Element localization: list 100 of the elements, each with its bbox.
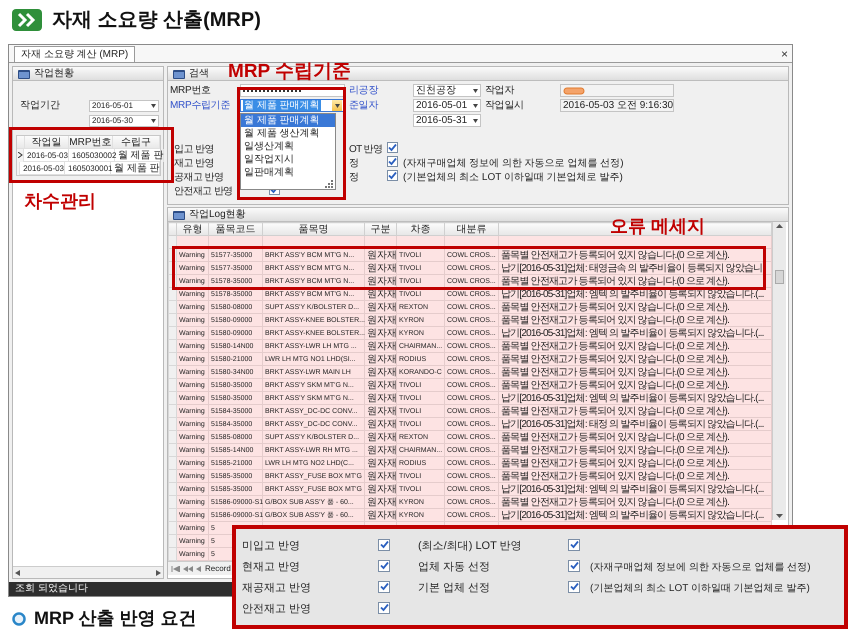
table-cell: 납기[2016-05-31]업체: 엠텍 의 발주비율이 등록되지 않았습니다.(... — [498, 326, 772, 340]
record-label: Record — [205, 562, 231, 574]
table-cell: 품목별 안전재고가 등록되어 있지 않습니다.(0 으로 계산). — [498, 430, 772, 444]
text-field[interactable]: 2016-05-03 오전 9:16:30 — [560, 99, 674, 112]
field-label: 준일자 — [349, 99, 378, 113]
field-label: 작업일시 — [485, 99, 524, 113]
window-tab[interactable]: 자재 소요량 계산 (MRP) — [14, 46, 136, 62]
field-label: 작업기간 — [19, 99, 61, 113]
checkbox[interactable] — [568, 538, 580, 551]
field-label: MRP번호 — [170, 84, 211, 98]
table-cell: 납기[2016-05-31]업체: 엠텍 의 발주비율이 등록되지 않았습니다.(... — [498, 508, 772, 522]
table-cell: 월 제품 판 — [114, 148, 164, 162]
caret-icon — [151, 118, 156, 122]
table-cell: 품목별 안전재고가 등록되어 있지 않습니다.(0 으로 계산). — [498, 378, 772, 392]
table-cell: 2016-05-03 — [20, 162, 65, 174]
dropdown-field[interactable]: 진천공장 — [413, 84, 481, 97]
option-label: 업체 자동 선정 — [418, 560, 492, 576]
option-label: 공재고 반영 — [174, 170, 224, 184]
folder-icon — [173, 68, 185, 78]
column-header: 품목코드 — [208, 222, 262, 236]
redaction-mark — [563, 86, 585, 94]
option-note: (자재구매업체 정보에 의한 자동으로 업체를 선정) — [402, 156, 625, 170]
date-field[interactable]: 2016-05-01 — [89, 100, 159, 112]
previous-page-icon — [183, 566, 193, 572]
panel-title: 작업Log현황 — [189, 208, 246, 220]
option-label: 현재고 반영 — [242, 560, 302, 576]
panel-title: 작업현황 — [34, 68, 74, 80]
page-title: 자재 소요량 산출(MRP) — [52, 8, 261, 33]
bullet-icon — [12, 612, 26, 626]
column-header: 구분 — [364, 222, 396, 236]
field-label: 작업자 — [485, 84, 514, 98]
field-label: 리공장 — [349, 84, 378, 98]
annotation-label: 차수관리 — [24, 192, 96, 210]
checkbox[interactable] — [378, 602, 390, 614]
scroll-right-icon — [156, 570, 161, 576]
table-cell: 품목별 안전재고가 등록되어 있지 않습니다.(0 으로 계산). — [498, 496, 772, 508]
caret-icon — [473, 88, 478, 92]
table-cell: 납기[2016-05-31]업체: 엠텍 의 발주비율이 등록되지 않았습니다.(... — [498, 392, 772, 404]
option-label: 입고 반영 — [174, 142, 214, 156]
table-cell: 납기[2016-05-31]업체: 태영금속 의 발주비율이 등록되지 않았습니 — [498, 262, 772, 274]
table-cell: 납기[2016-05-31]업체: 엠텍 의 발주비율이 등록되지 않았습니다.(... — [498, 482, 772, 496]
checkbox[interactable] — [568, 580, 580, 593]
dropdown-option[interactable]: 일판매계획 — [241, 166, 335, 179]
date-field[interactable]: 2016-05-30 — [89, 114, 159, 126]
option-label: 재공재고 반영 — [242, 581, 312, 596]
checkbox[interactable] — [387, 142, 398, 152]
table-cell: 월 제품 판 — [111, 162, 160, 174]
close-button[interactable]: × — [780, 46, 788, 60]
checkbox[interactable] — [387, 170, 398, 180]
column-header: 품목명 — [262, 222, 364, 236]
panel-title: 검색 — [189, 68, 209, 80]
option-note: (기본업체의 최소 LOT 이하일때 기본업체로 발주) — [402, 170, 624, 184]
first-page-icon — [171, 566, 180, 572]
scroll-thumb[interactable] — [775, 270, 784, 284]
table-cell: 납기[2016-05-31]업체: 태정 의 발주비율이 등록되지 않았습니다.(... — [498, 418, 772, 430]
dropdown-field[interactable]: 2016-05-01 — [413, 99, 481, 112]
table-cell: 품목별 안전재고가 등록되어 있지 않습니다.(0 으로 계산). — [498, 248, 772, 262]
option-label: 재고 반영 — [174, 156, 214, 170]
caret-icon — [473, 104, 478, 108]
column-header: MRP번호 — [68, 136, 113, 148]
option-label: 안전재고 반영 — [242, 602, 312, 618]
table-cell: 품목별 안전재고가 등록되어 있지 않습니다.(0 으로 계산). — [498, 274, 772, 288]
caret-icon — [151, 104, 156, 108]
table-cell: 품목별 안전재고가 등록되어 있지 않습니다.(0 으로 계산). — [498, 314, 772, 326]
folder-icon — [18, 68, 30, 78]
dropdown-option[interactable]: 일생산계획 — [241, 140, 335, 153]
resize-grip-icon — [325, 180, 333, 188]
option-label: 기본 업체 선정 — [418, 581, 492, 596]
option-label: (최소/최대) LOT 반영 — [418, 539, 523, 554]
table-cell: 품목별 안전재고가 등록되어 있지 않습니다.(0 으로 계산). — [498, 366, 772, 378]
table-cell: 품목별 안전재고가 등록되어 있지 않습니다.(0 으로 계산). — [498, 456, 772, 470]
table-cell: 1605030002 — [68, 148, 115, 162]
scroll-left-icon — [15, 570, 20, 576]
column-header: 차종 — [396, 222, 444, 236]
option-label: 정 — [349, 170, 358, 184]
row-selector[interactable] — [17, 148, 24, 162]
checkbox[interactable] — [378, 538, 390, 551]
text-field[interactable] — [560, 84, 674, 97]
table-cell: 품목별 안전재고가 등록되어 있지 않습니다.(0 으로 계산). — [498, 444, 772, 456]
column-header: 작업일 — [24, 136, 69, 148]
table-cell: 2016-05-03 — [24, 148, 69, 162]
annotation-label: MRP 수립기준 — [228, 62, 352, 81]
dropdown-option[interactable]: 월 제품 판매계획 — [241, 114, 335, 127]
back-icon — [196, 566, 201, 572]
checkbox[interactable] — [378, 580, 390, 593]
masked-value-icon — [243, 88, 303, 92]
table-cell: 품목별 안전재고가 등록되어 있지 않습니다.(0 으로 계산). — [498, 300, 772, 314]
table-cell: 1605030001 — [65, 162, 111, 174]
option-note: (자재구매업체 정보에 의한 자동으로 업체를 선정) — [590, 561, 812, 575]
dropdown-field[interactable]: 2016-05-31 — [413, 114, 481, 127]
table-cell: 품목별 안전재고가 등록되어 있지 않습니다.(0 으로 계산). — [498, 404, 772, 418]
scroll-down-icon — [776, 514, 783, 518]
checkbox[interactable] — [568, 560, 580, 572]
checkbox[interactable] — [387, 156, 398, 166]
column-header: 대분류 — [444, 222, 498, 236]
dropdown-option[interactable]: 일작업지시 — [241, 153, 335, 166]
checkbox[interactable] — [378, 560, 390, 572]
double-chevron-icon — [12, 9, 42, 31]
dropdown-option[interactable]: 월 제품 생산계획 — [241, 127, 335, 140]
option-label: 안전재고 반영 — [174, 184, 233, 198]
